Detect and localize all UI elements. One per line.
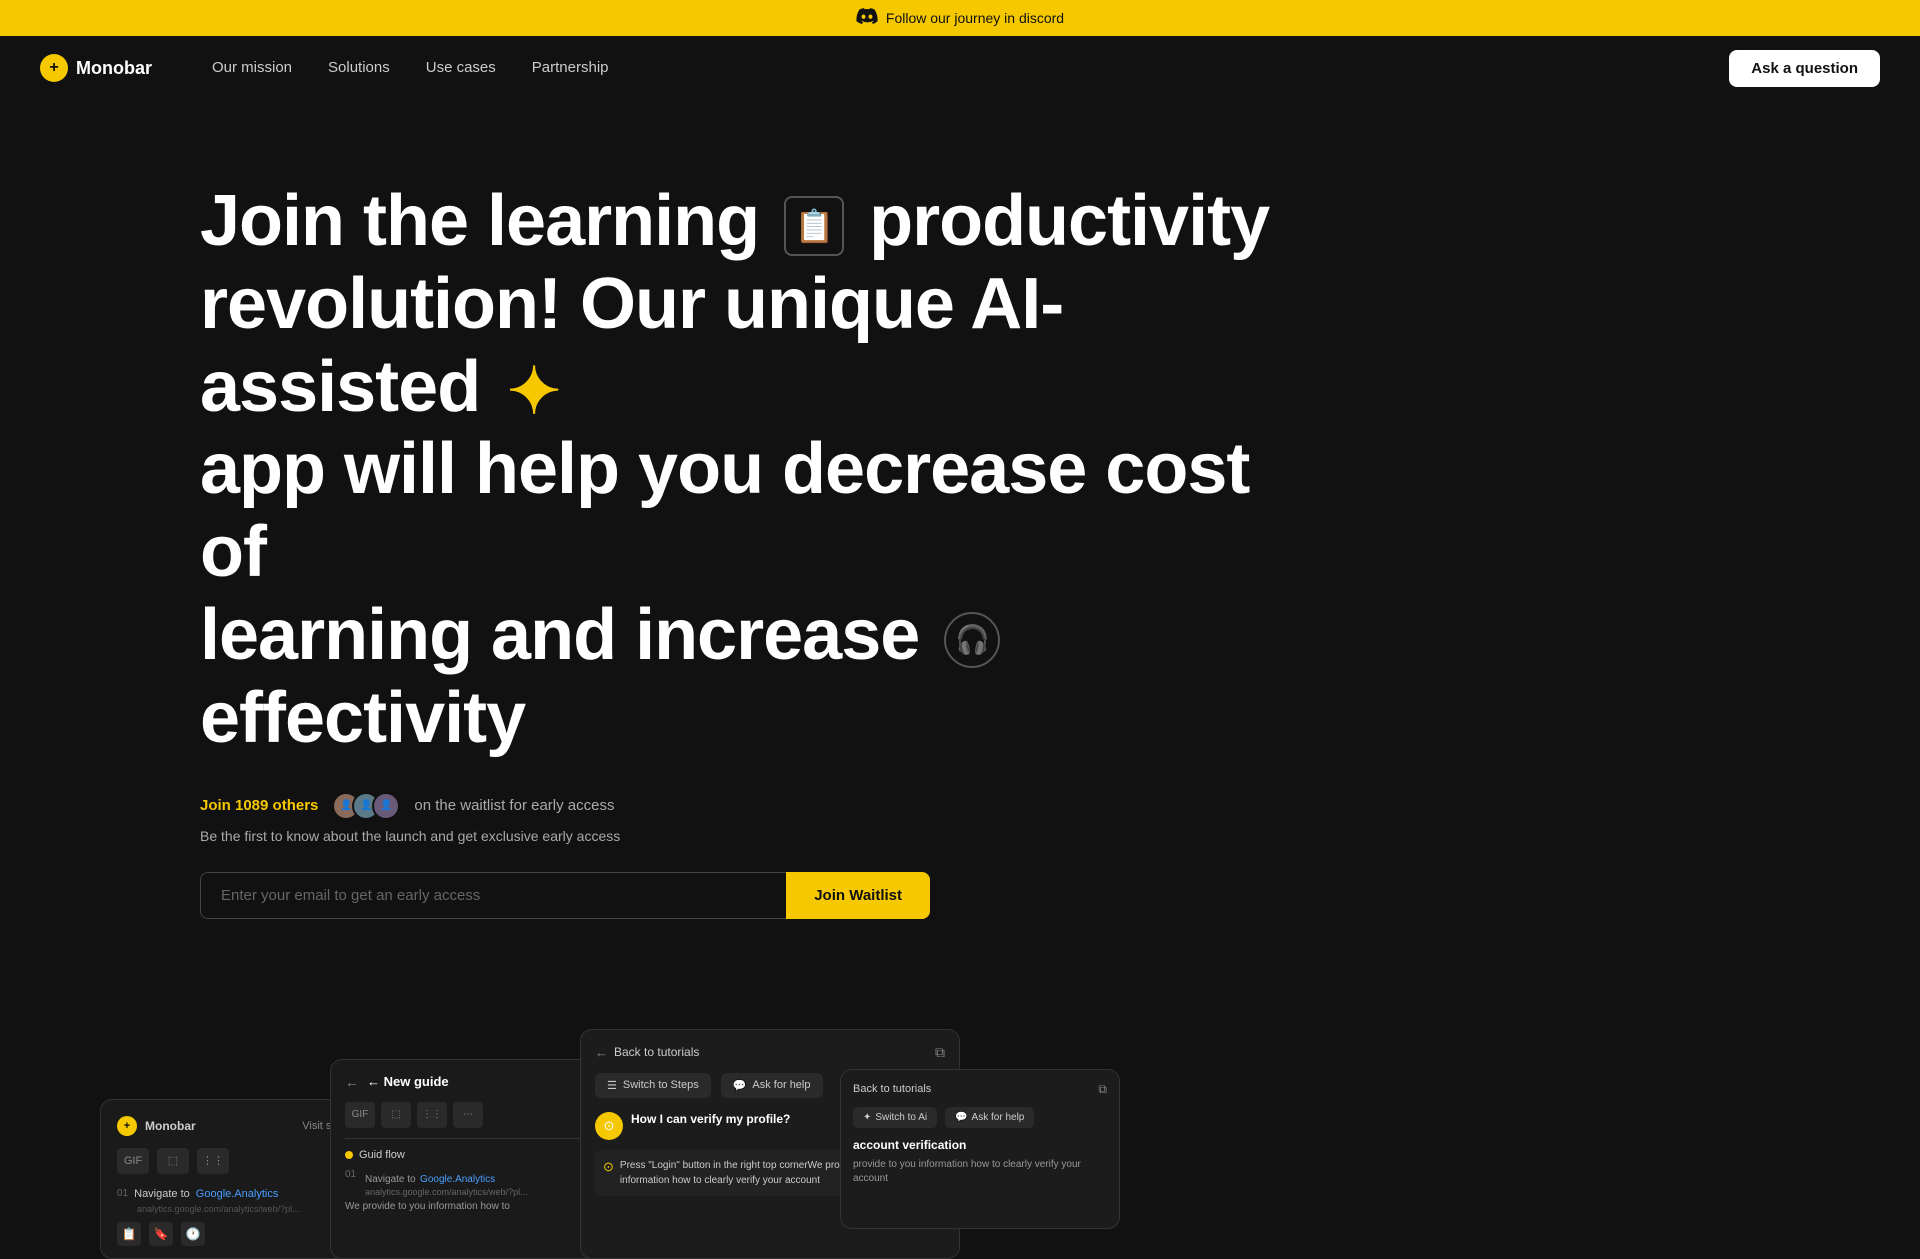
question-avatar: ⊙ [595,1112,623,1140]
card-icon-3: 🕐 [181,1222,205,1246]
guide-tool-3: ⋮⋮ [417,1102,447,1128]
small-tab-ai: ✦ Switch to Ai [853,1107,937,1128]
tutorial-back: ← Back to tutorials [595,1045,699,1060]
card-title: Monobar [145,1119,196,1133]
help-icon: 💬 [733,1079,747,1092]
small-back-text: Back to tutorials [853,1083,931,1095]
tutorial-header: ← Back to tutorials ⧉ [595,1044,945,1061]
tutorial-back-arrow: ← [595,1045,608,1060]
tutorial-back-text: Back to tutorials [614,1045,699,1059]
waitlist-description: Be the first to know about the launch an… [200,828,1720,844]
card-toolbar: GIF ⬚ ⋮⋮ [117,1148,343,1174]
steps-icon: ☰ [607,1079,617,1092]
avatars-group: 👤 👤 👤 [332,792,400,820]
ask-question-button[interactable]: Ask a question [1729,50,1880,87]
top-banner[interactable]: Follow our journey in discord [0,0,1920,36]
flow-text: Guid flow [359,1149,405,1161]
email-input[interactable] [200,872,786,919]
small-header: Back to tutorials ⧉ [853,1082,1107,1097]
hero-title-part3: app will help you decrease cost oflearni… [200,429,1249,675]
toolbar-btn-3: ⋮⋮ [197,1148,229,1174]
hero-title-part1: Join the learning [200,181,778,261]
nav-links: Our mission Solutions Use cases Partners… [212,59,1729,77]
small-account-desc: provide to you information how to clearl… [853,1158,1107,1186]
mock-card-left: + Monobar Visit site GIF ⬚ ⋮⋮ 01 Navigat… [100,1099,360,1259]
logo-text: Monobar [76,58,152,79]
card-icon-1: 📋 [117,1222,141,1246]
small-copy-icon: ⧉ [1098,1082,1107,1097]
toolbar-btn-2: ⬚ [157,1148,189,1174]
logo-icon: + [40,54,68,82]
small-help-icon: 💬 [955,1112,967,1123]
waitlist-suffix: on the waitlist for early access [414,797,614,814]
card-icon-row: 📋 🔖 🕐 [117,1222,343,1246]
small-account-title: account verification [853,1138,1107,1152]
tutorial-tab-steps: ☰ Switch to Steps [595,1073,711,1098]
guide-title: ← New guide [367,1074,449,1089]
waitlist-count: Join 1089 others [200,797,318,814]
check-icon: ⊙ [603,1159,614,1175]
toolbar-btn-1: GIF [117,1148,149,1174]
waitlist-info: Join 1089 others 👤 👤 👤 on the waitlist f… [200,792,1720,820]
guide-back-arrow: ← [345,1074,359,1090]
yellow-dot [345,1151,353,1159]
mock-card-small: Back to tutorials ⧉ ✦ Switch to Ai 💬 Ask… [840,1069,1120,1229]
tutorial-copy-icon: ⧉ [935,1044,945,1061]
card-icon-2: 🔖 [149,1222,173,1246]
avatar-3: 👤 [372,792,400,820]
logo[interactable]: + Monobar [40,54,152,82]
nav-our-mission[interactable]: Our mission [212,59,292,76]
card-nav-link: Google.Analytics [196,1188,279,1200]
screenshots-area: + Monobar Visit site GIF ⬚ ⋮⋮ 01 Navigat… [0,999,1920,1259]
headphone-icon: 🎧 [944,612,1000,668]
notebook-icon: 📋 [784,196,844,256]
tutorial-tab-help: 💬 Ask for help [721,1073,823,1098]
hero-title: Join the learning 📋 productivityrevoluti… [200,180,1300,760]
discord-icon [856,8,878,29]
card-nav-url: analytics.google.com/analytics/web/?pl..… [117,1204,343,1214]
nav-use-cases[interactable]: Use cases [426,59,496,76]
banner-text: Follow our journey in discord [886,10,1064,26]
card-nav-item: 01 Navigate to Google.Analytics [117,1184,343,1204]
nav-solutions[interactable]: Solutions [328,59,390,76]
small-tab-help: 💬 Ask for help [945,1107,1034,1128]
join-waitlist-button[interactable]: Join Waitlist [786,872,930,919]
ai-icon: ✦ [863,1112,871,1123]
hero-section: Join the learning 📋 productivityrevoluti… [0,100,1920,959]
hero-title-part4: effectivity [200,678,525,758]
guide-tool-4: ⋯ [453,1102,483,1128]
guide-nav-text: Navigate to [365,1174,416,1185]
small-tabs: ✦ Switch to Ai 💬 Ask for help [853,1107,1107,1128]
sparkle-icon: ✦ [507,355,560,429]
guide-tool-1: GIF [345,1102,375,1128]
guide-tool-2: ⬚ [381,1102,411,1128]
nav-partnership[interactable]: Partnership [532,59,609,76]
guide-nav-url: analytics.google.com/analytics/web/?pl..… [365,1187,528,1197]
card-nav-num: 01 [117,1188,128,1199]
question-text: How I can verify my profile? [631,1112,790,1126]
card-logo-icon: + [117,1116,137,1136]
card-nav-label: Navigate to [134,1188,190,1200]
email-form: Join Waitlist [200,872,930,919]
guide-nav-link: Google.Analytics [420,1174,495,1185]
navbar: + Monobar Our mission Solutions Use case… [0,36,1920,100]
guide-nav-num: 01 [345,1169,359,1180]
